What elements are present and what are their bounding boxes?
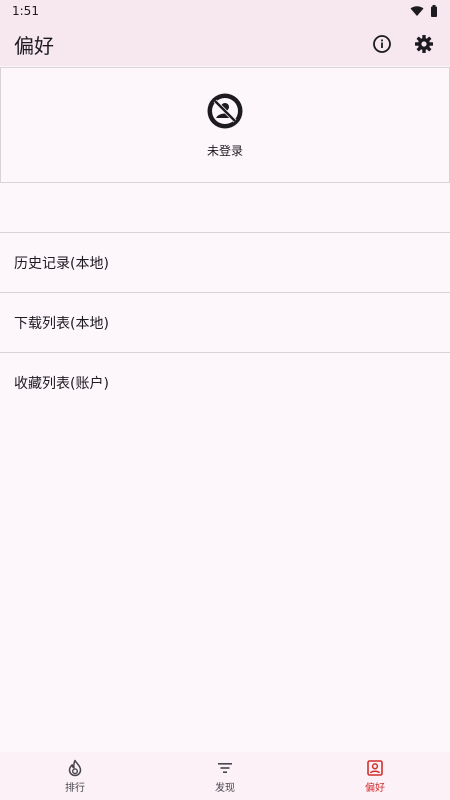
settings-button[interactable] (406, 26, 442, 62)
menu-item-history[interactable]: 历史记录(本地) (0, 232, 450, 292)
info-button[interactable] (364, 26, 400, 62)
profile-card[interactable]: 未登录 (0, 67, 450, 183)
menu-item-label: 下载列表(本地) (14, 315, 109, 332)
status-bar: 1:51 (0, 0, 450, 22)
info-icon (373, 35, 391, 53)
menu-item-label: 历史记录(本地) (14, 255, 109, 272)
menu-list: 历史记录(本地) 下载列表(本地) 收藏列表(账户) (0, 232, 450, 412)
nav-label-ranking: 排行 (65, 782, 85, 794)
menu-item-downloads[interactable]: 下载列表(本地) (0, 292, 450, 352)
page-title: 偏好 (14, 33, 54, 58)
settings-gear-icon (415, 35, 433, 53)
menu-item-favorites[interactable]: 收藏列表(账户) (0, 352, 450, 412)
menu-item-label: 收藏列表(账户) (14, 375, 109, 392)
wifi-icon (410, 6, 424, 16)
no-login-avatar-icon (207, 93, 243, 129)
app-bar-actions (364, 26, 442, 62)
status-icons (410, 5, 438, 17)
bottom-navigation: 排行 发现 偏好 (0, 752, 450, 800)
nav-item-discover[interactable]: 发现 (150, 759, 300, 794)
nav-label-preferences: 偏好 (365, 782, 385, 794)
account-box-icon (367, 759, 383, 776)
nav-item-ranking[interactable]: 排行 (0, 759, 150, 794)
login-status-label: 未登录 (206, 144, 243, 158)
app-bar: 偏好 (0, 22, 450, 66)
nav-item-preferences[interactable]: 偏好 (300, 759, 450, 794)
nav-label-discover: 发现 (215, 782, 235, 794)
filter-icon (218, 762, 232, 773)
battery-icon (431, 5, 437, 17)
flame-icon (68, 759, 82, 776)
status-time: 1:51 (12, 4, 39, 18)
